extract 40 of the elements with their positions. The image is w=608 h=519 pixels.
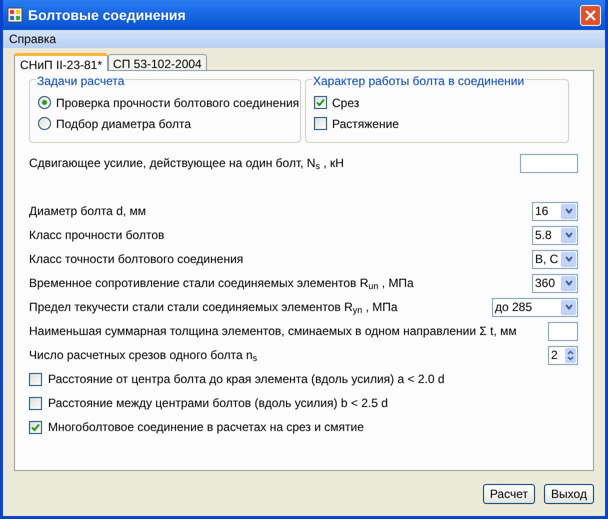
dropdown[interactable]: 360 — [532, 274, 578, 292]
checkbox-label: Многоболтовое соединение в расчетах на срез и смятие — [48, 419, 364, 436]
checkbox-label: Срез — [332, 94, 360, 112]
input-field[interactable] — [520, 154, 578, 172]
spin-arrows-icon — [565, 348, 576, 362]
spin-field[interactable]: 2 — [548, 346, 578, 364]
checkbox-label: Растяжение — [332, 116, 399, 132]
radio-button[interactable] — [38, 117, 51, 130]
checkbox[interactable] — [29, 420, 42, 434]
field-label: Число расчетных срезов одного болта n$_{s}$ — [29, 347, 258, 364]
radio-label: Подбор диаметра болта — [56, 116, 191, 132]
dropdown[interactable]: 16 — [532, 202, 578, 220]
field-label: Предел текучести стали стали соединяемых элементов R$_{yn}$ , МПа — [29, 299, 399, 316]
checkbox[interactable] — [314, 117, 327, 130]
field-label: Класс точности болтового соединения — [29, 251, 244, 268]
window-title: Болтовые соединения — [28, 6, 187, 25]
dropdown[interactable]: 5.8 — [532, 226, 578, 244]
app-icon — [7, 7, 23, 23]
checkbox-label: Расстояние от центра болта до края элемента (вдоль усилия) a < 2.0 d — [48, 371, 445, 388]
checkbox[interactable] — [29, 396, 42, 410]
field-label: Сдвигающее усилие, действующее на один болт, N$_{s}$ , кН — [29, 155, 345, 172]
tab[interactable]: СП 53-102-2004 — [108, 54, 207, 70]
dropdown[interactable]: B, C — [532, 250, 578, 268]
dropdown[interactable]: до 285 — [492, 298, 578, 316]
button[interactable]: Расчет — [482, 484, 535, 504]
close-icon — [585, 10, 596, 20]
radio-label: Проверка прочности болтового соединения — [56, 94, 300, 112]
checkbox-label: Расстояние между центрами болтов (вдоль усилия) b < 2.5 d — [48, 395, 388, 412]
input-field[interactable] — [548, 322, 578, 340]
close-button[interactable] — [580, 4, 601, 26]
radio-button[interactable] — [38, 96, 51, 109]
menu-item[interactable]: Справка — [9, 30, 56, 48]
field-label: Временное сопротивление стали соединяемых элементов R$_{un}$ , МПа — [29, 275, 415, 292]
field-label: Наименьшая суммарная толщина элементов, сминаемых в одном направлении Σ t, мм — [29, 323, 518, 340]
checkbox[interactable] — [314, 96, 327, 109]
field-label: Диаметр болта d, мм — [29, 203, 148, 220]
button[interactable]: Выход — [544, 484, 594, 504]
checkbox[interactable] — [29, 372, 42, 386]
field-label: Класс прочности болтов — [29, 227, 166, 244]
tab[interactable]: СНиП II-23-81* — [14, 53, 108, 71]
